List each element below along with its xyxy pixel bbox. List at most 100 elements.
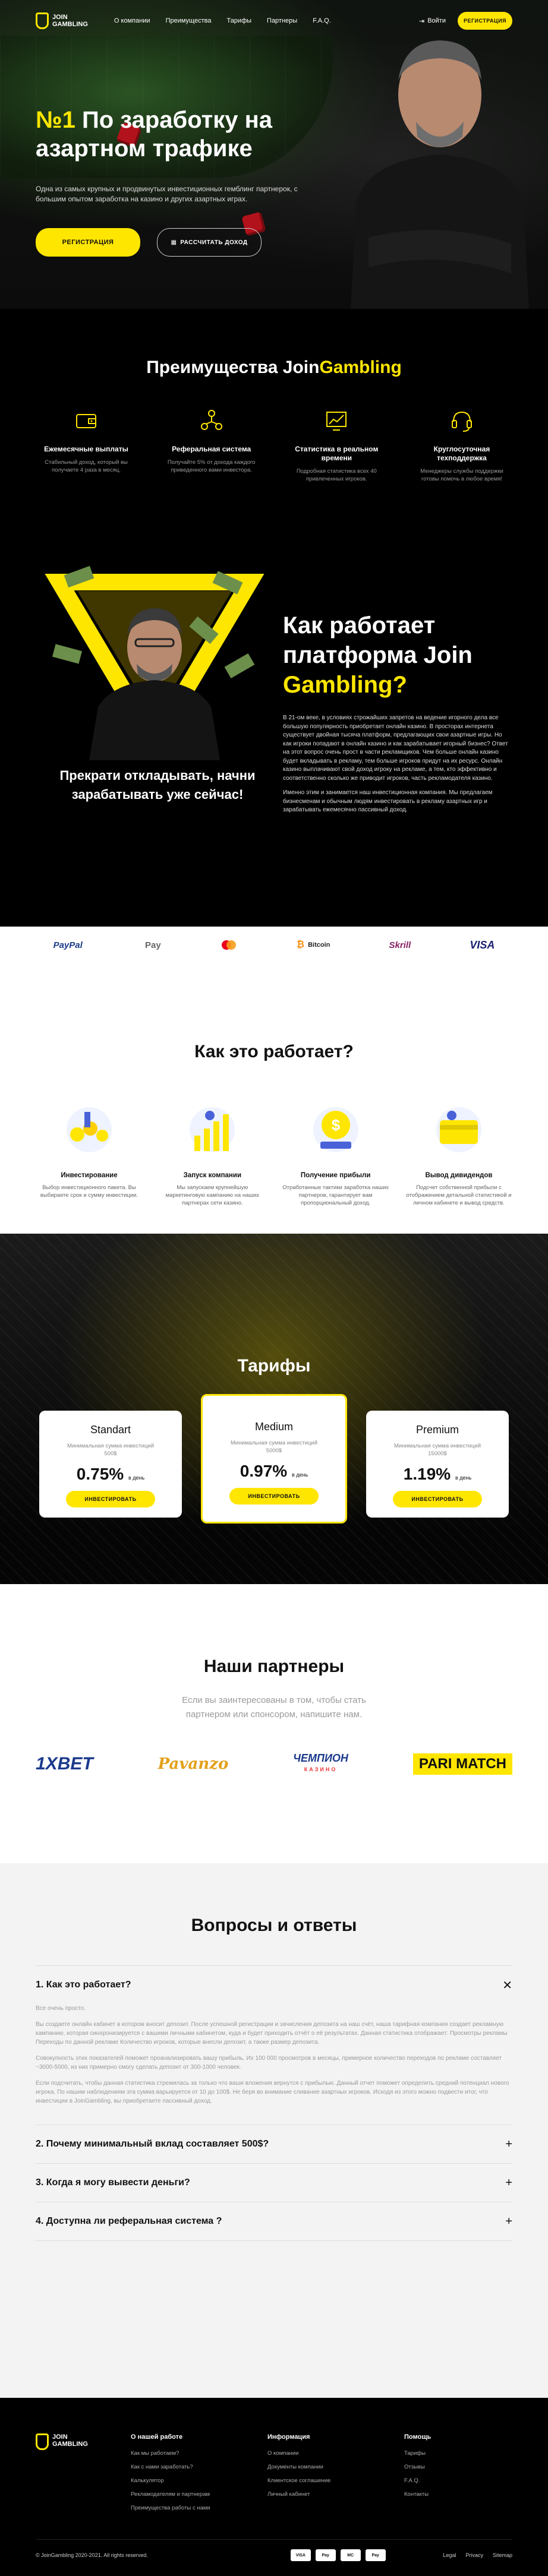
- faq-question[interactable]: 3. Когда я могу вывести деньги? +: [36, 2164, 512, 2202]
- partner-logo-pavanzo[interactable]: Pavanzo: [158, 1755, 229, 1773]
- how-step-title: Инвестирование: [61, 1172, 118, 1179]
- faq-section: Вопросы и ответы 1. Как это работает? ✕ В…: [0, 1863, 548, 2398]
- logo[interactable]: JOIN GAMBLING: [36, 12, 88, 29]
- footer-link[interactable]: Клиентское соглашение: [267, 2477, 369, 2484]
- skrill-logo: Skrill: [389, 940, 411, 950]
- login-icon: ⇥: [418, 17, 425, 25]
- advantage-text: Менеджеры службы поддержки готовы помочь…: [420, 468, 503, 482]
- login-link[interactable]: ⇥ Войти: [419, 17, 446, 25]
- faq-question-text: 1. Как это работает?: [36, 1980, 131, 1990]
- faq-answer-paragraph: Совокупность этих показателей поможет пр…: [36, 2055, 502, 2071]
- close-icon[interactable]: ✕: [502, 1978, 512, 1993]
- footer-link[interactable]: Личный кабинет: [267, 2491, 369, 2498]
- footer-logo[interactable]: JOIN GAMBLING: [36, 2433, 95, 2518]
- footer-link[interactable]: Контакты: [404, 2491, 505, 2498]
- plus-icon[interactable]: +: [505, 2215, 512, 2229]
- partners-title: Наши партнеры: [203, 1657, 345, 1676]
- tariff-rate: 0.97% в день: [203, 1462, 345, 1481]
- google-pay-badge: Pay: [365, 2549, 386, 2561]
- advantage-card: Реферальная система Получайте 5% от дохо…: [161, 407, 262, 483]
- faq-item: 1. Как это работает? ✕ Все очень просто. …: [36, 1965, 512, 2125]
- champion-sublabel: КАЗИНО: [304, 1766, 338, 1772]
- tariff-card-premium: Premium Минимальная сумма инвестиций 150…: [366, 1411, 509, 1518]
- logo-icon: [36, 2433, 49, 2450]
- calc-income-button[interactable]: ▦ Рассчитать доход: [157, 228, 262, 257]
- how-step: Вывод дивидендов Подсчет собственной при…: [405, 1100, 512, 1207]
- footer-link[interactable]: F.A.Q.: [404, 2477, 505, 2484]
- plus-icon[interactable]: +: [505, 2176, 512, 2190]
- advantages-title: Преимущества JoinGambling: [0, 358, 548, 378]
- copyright: © JoinGambling 2020-2021. All rights res…: [36, 2552, 148, 2558]
- visa-badge: VISA: [290, 2549, 311, 2561]
- advantage-card: Ежемесячные выплаты Стабильный доход, ко…: [36, 407, 137, 483]
- faq-question[interactable]: 2. Почему минимальный вклад составляет 5…: [36, 2125, 512, 2163]
- nav-item-advantages[interactable]: Преимущества: [166, 17, 212, 24]
- footer-col-title: Помощь: [404, 2433, 432, 2441]
- sitemap-link[interactable]: Sitemap: [493, 2552, 512, 2558]
- footer-link[interactable]: Отзывы: [404, 2464, 505, 2470]
- nav-item-about[interactable]: О компании: [114, 17, 150, 24]
- invest-button[interactable]: Инвестировать: [393, 1491, 482, 1507]
- investing-illustration: [67, 1107, 112, 1152]
- footer-link[interactable]: Рекламодателям и партнерам: [131, 2491, 232, 2498]
- partner-logo-1xbet[interactable]: 1XBET: [36, 1754, 93, 1774]
- mastercard-logo: mastercard: [220, 940, 238, 950]
- logo-line2: GAMBLING: [52, 21, 88, 28]
- advantages-title-text: Преимущества Join: [146, 358, 320, 377]
- platform-title: Как работает платформа Join Gambling?: [283, 611, 497, 700]
- footer-col-work: О нашей работе Как мы работаем? Как с на…: [131, 2433, 232, 2518]
- invest-button[interactable]: Инвестировать: [66, 1491, 155, 1507]
- tariff-name: Premium: [415, 1424, 459, 1436]
- nav-item-tariffs[interactable]: Тарифы: [226, 17, 251, 24]
- bitcoin-icon: ₿: [297, 940, 305, 950]
- tariff-rate: 1.19% в день: [366, 1465, 509, 1484]
- plus-icon[interactable]: +: [505, 2138, 512, 2151]
- footer-link[interactable]: Как с нами заработать?: [131, 2464, 232, 2470]
- tariff-name: Standart: [90, 1424, 131, 1436]
- partner-logo-champion[interactable]: ЧЕМПИОН КАЗИНО: [293, 1753, 348, 1775]
- advantages-section: Преимущества JoinGambling Ежемесячные вы…: [0, 309, 548, 546]
- platform-cta: Прекрати откладывать, начни зарабатывать…: [59, 768, 256, 802]
- nav-item-faq[interactable]: F.A.Q.: [313, 17, 331, 24]
- footer-link[interactable]: Тарифы: [404, 2450, 505, 2457]
- faq-answer-paragraph: Если подсчитать, чтобы данная статистика…: [36, 2080, 509, 2104]
- partner-logo-parimatch[interactable]: PARI MATCH: [412, 1753, 512, 1775]
- platform-paragraph: Именно этим и занимается наш инвестицион…: [283, 789, 493, 813]
- mastercard-icon: [221, 940, 236, 950]
- man-with-money-image: [45, 565, 264, 760]
- platform-text: В 21-ом веке, в условиях строжайших запр…: [283, 714, 509, 821]
- footer-bottom: © JoinGambling 2020-2021. All rights res…: [36, 2539, 512, 2561]
- how-step-text: Подсчет собственной прибыли с отображени…: [406, 1184, 512, 1206]
- hero-register-button[interactable]: Регистрация: [36, 228, 140, 257]
- privacy-link[interactable]: Privacy: [465, 2552, 483, 2558]
- tariff-rate-value: 1.19%: [403, 1465, 451, 1483]
- advantage-title: Статистика в реальном времени: [295, 445, 379, 462]
- advantage-title: Ежемесячные выплаты: [44, 445, 128, 453]
- profit-illustration: $: [313, 1107, 358, 1152]
- footer-link[interactable]: Как мы работаем?: [131, 2450, 232, 2457]
- footer-link[interactable]: О компании: [267, 2450, 369, 2457]
- footer: JOIN GAMBLING О нашей работе Как мы работ…: [0, 2398, 548, 2576]
- footer-col-info: Информация О компании Документы компании…: [267, 2433, 369, 2518]
- advantage-title: Круглосуточная техподдержка: [433, 445, 490, 462]
- platform-title-text: Как работает платформа Join: [283, 612, 473, 668]
- faq-answer-paragraph: Вы создаете онлайн кабинет в котором вно…: [36, 2021, 508, 2046]
- how-step: Инвестирование Выбор инвестиционного пак…: [36, 1100, 143, 1207]
- faq-question[interactable]: 1. Как это работает? ✕: [36, 1966, 512, 2004]
- footer-link[interactable]: Калькулятор: [131, 2477, 232, 2484]
- tariff-min: Минимальная сумма инвестиций 5000$: [230, 1440, 317, 1454]
- register-button[interactable]: Регистрация: [458, 12, 512, 30]
- advantage-text: Подробная статистика всех 40 привлеченны…: [296, 468, 377, 482]
- advantages-title-accent: Gambling: [319, 358, 402, 377]
- legal-link[interactable]: Legal: [443, 2552, 456, 2558]
- footer-link[interactable]: Документы компании: [267, 2464, 369, 2470]
- advantage-card: Статистика в реальном времени Подробная …: [286, 407, 387, 483]
- footer-link[interactable]: Преимущества работы с нами: [131, 2505, 232, 2511]
- visa-logo: VISA: [470, 938, 495, 951]
- faq-question[interactable]: 4. Доступна ли реферальная система ? +: [36, 2202, 512, 2240]
- invest-button[interactable]: Инвестировать: [229, 1488, 319, 1504]
- nav-item-partners[interactable]: Партнеры: [267, 17, 297, 24]
- tariff-rate-unit: в день: [291, 1472, 308, 1478]
- how-step-title: Запуск компании: [183, 1172, 242, 1179]
- footer-col-help: Помощь Тарифы Отзывы F.A.Q. Контакты: [404, 2433, 505, 2518]
